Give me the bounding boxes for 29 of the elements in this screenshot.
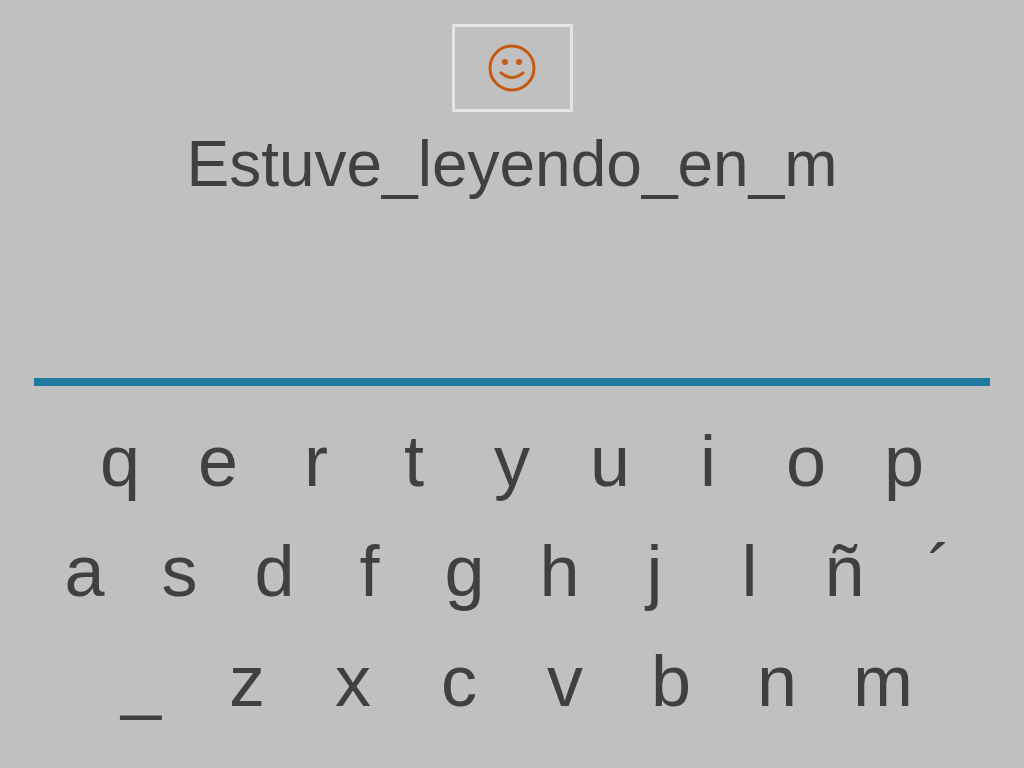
- letter-key[interactable]: u: [561, 419, 659, 503]
- letter-key[interactable]: e: [169, 419, 267, 503]
- letter-key[interactable]: ´: [892, 529, 987, 613]
- letter-key[interactable]: x: [300, 639, 406, 723]
- letter-key[interactable]: t: [365, 419, 463, 503]
- letter-key[interactable]: r: [267, 419, 365, 503]
- letter-key[interactable]: g: [417, 529, 512, 613]
- letter-key[interactable]: j: [607, 529, 702, 613]
- letter-key[interactable]: v: [512, 639, 618, 723]
- letter-key[interactable]: i: [659, 419, 757, 503]
- letter-key[interactable]: z: [194, 639, 300, 723]
- letter-key[interactable]: ñ: [797, 529, 892, 613]
- smiley-icon: [487, 43, 537, 93]
- letter-key[interactable]: d: [227, 529, 322, 613]
- letter-key[interactable]: q: [71, 419, 169, 503]
- letter-key[interactable]: s: [132, 529, 227, 613]
- letter-key[interactable]: n: [724, 639, 830, 723]
- letter-key[interactable]: y: [463, 419, 561, 503]
- letter-key[interactable]: h: [512, 529, 607, 613]
- letter-key[interactable]: c: [406, 639, 512, 723]
- letter-key[interactable]: f: [322, 529, 417, 613]
- letter-key[interactable]: l: [702, 529, 797, 613]
- guessed-word: Estuve_leyendo_en_m: [186, 128, 838, 200]
- letter-key[interactable]: b: [618, 639, 724, 723]
- letter-key[interactable]: _: [88, 639, 194, 723]
- letter-key[interactable]: m: [830, 639, 936, 723]
- letter-key[interactable]: a: [37, 529, 132, 613]
- letter-key[interactable]: p: [855, 419, 953, 503]
- letter-key[interactable]: o: [757, 419, 855, 503]
